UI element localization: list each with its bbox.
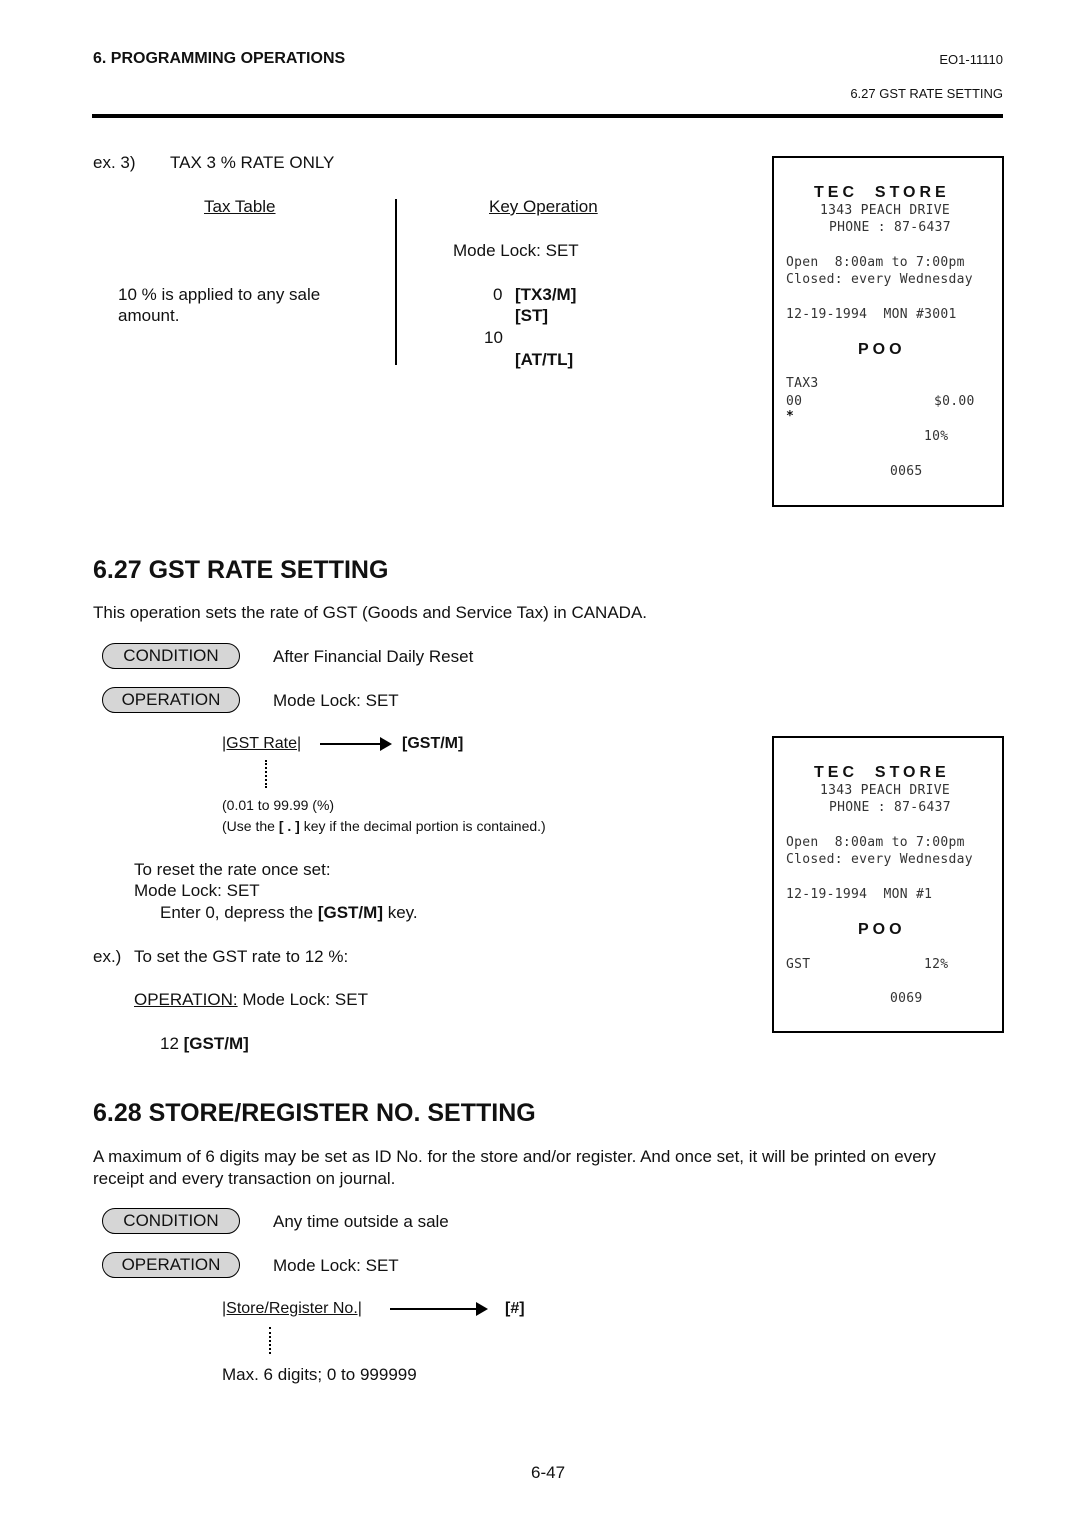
- receipt-address: 1343 PEACH DRIVE: [820, 783, 951, 798]
- hash-key: [#]: [505, 1300, 525, 1317]
- example-title: TAX 3 % RATE ONLY: [170, 153, 335, 172]
- key-number: 12: [160, 1034, 184, 1053]
- section-description: receipt and every transaction on journal…: [93, 1169, 396, 1188]
- receipt-star: *: [786, 409, 795, 424]
- key-at-tl: [AT/TL]: [515, 350, 574, 369]
- section-reference: 6.27 GST RATE SETTING: [850, 86, 1003, 101]
- receipt-date: 12-19-1994 MON #1: [786, 887, 933, 902]
- receipt-consecutive-no: 0069: [890, 991, 923, 1006]
- section-description: This operation sets the rate of GST (Goo…: [93, 603, 648, 622]
- condition-text: Any time outside a sale: [273, 1212, 449, 1231]
- reset-step-text: key.: [382, 903, 418, 922]
- condition-badge: CONDITION: [102, 1208, 240, 1234]
- operation-text: Mode Lock: SET: [273, 691, 399, 710]
- section-description: A maximum of 6 digits may be set as ID N…: [93, 1147, 936, 1166]
- key-number: 0: [493, 285, 503, 304]
- page-number: 6-47: [531, 1463, 566, 1482]
- receipt-hours: Open 8:00am to 7:00pm: [786, 255, 965, 270]
- section-title-store-register: 6.28 STORE/REGISTER NO. SETTING: [93, 1099, 536, 1127]
- condition-text: After Financial Daily Reset: [273, 647, 474, 666]
- operation-label: OPERATION:: [134, 990, 238, 1009]
- receipt-tax-label: TAX3: [786, 376, 819, 391]
- receipt-store-name: TEC STORE: [814, 184, 950, 201]
- decimal-note: (Use the [ . ] key if the decimal portio…: [222, 818, 546, 834]
- receipt-consecutive-no: 0065: [890, 464, 923, 479]
- tax-table-line: amount.: [118, 306, 180, 325]
- gst-rate-input: |GST Rate|: [222, 735, 302, 752]
- gst-m-key: [GST/M]: [183, 1034, 249, 1053]
- key-number: 10: [484, 328, 503, 347]
- key-tx3-m: [TX3/M]: [515, 285, 577, 304]
- receipt-phone: PHONE : 87-6437: [829, 220, 951, 235]
- gst-range-note: (0.01 to 99.99 (%): [222, 797, 335, 813]
- store-register-input: |Store/Register No.|: [222, 1300, 362, 1317]
- example-label: ex.): [93, 947, 122, 966]
- header-rule: [92, 114, 1003, 118]
- decimal-key: [ . ]: [278, 818, 300, 834]
- document-code: EO1-11110: [939, 52, 1003, 67]
- tax-table-line: 10 % is applied to any sale: [118, 285, 321, 304]
- key-operation-heading: Key Operation: [489, 197, 598, 216]
- dotted-connector: [269, 1327, 271, 1354]
- dotted-connector: [265, 760, 267, 788]
- receipt-address: 1343 PEACH DRIVE: [820, 203, 951, 218]
- key-st: [ST]: [515, 306, 549, 325]
- receipt-amount: $0.00: [934, 394, 975, 409]
- example-operation: OPERATION: Mode Lock: SET: [134, 990, 368, 1010]
- tax-table-heading: Tax Table: [204, 197, 276, 216]
- receipt-amount-code: 00: [786, 394, 803, 409]
- decimal-note-text: key if the decimal portion is contained.…: [299, 818, 546, 834]
- receipt-date: 12-19-1994 MON #3001: [786, 307, 957, 322]
- column-divider: [395, 199, 397, 365]
- operation-text: Mode Lock: SET: [273, 1256, 399, 1275]
- operation-badge: OPERATION: [102, 687, 240, 713]
- arrow-icon: [320, 737, 392, 751]
- reset-mode-lock: Mode Lock: SET: [134, 881, 260, 900]
- operation-text: Mode Lock: SET: [237, 990, 368, 1009]
- arrow-icon: [390, 1302, 488, 1316]
- receipt-store-name: TEC STORE: [814, 764, 950, 781]
- receipt-hours: Open 8:00am to 7:00pm: [786, 835, 965, 850]
- section-title-gst: 6.27 GST RATE SETTING: [93, 556, 389, 584]
- chapter-heading: 6. PROGRAMMING OPERATIONS: [93, 50, 346, 67]
- operation-badge: OPERATION: [102, 1252, 240, 1278]
- receipt-mode: POO: [858, 341, 906, 358]
- receipt-tax3: TEC STORE 1343 PEACH DRIVE PHONE : 87-64…: [772, 156, 1004, 507]
- mode-lock-text: Mode Lock: SET: [453, 241, 579, 260]
- receipt-mode: POO: [858, 921, 906, 938]
- receipt-rate: 10%: [924, 429, 949, 444]
- example-label: ex. 3): [93, 153, 136, 172]
- reset-step: Enter 0, depress the [GST/M] key.: [160, 903, 418, 923]
- decimal-note-text: (Use the: [222, 818, 279, 834]
- receipt-phone: PHONE : 87-6437: [829, 800, 951, 815]
- reset-step-text: Enter 0, depress the: [160, 903, 318, 922]
- gst-m-key: [GST/M]: [402, 735, 464, 752]
- receipt-gst-rate: 12%: [924, 957, 949, 972]
- store-register-range: Max. 6 digits; 0 to 999999: [222, 1365, 417, 1384]
- gst-m-key: [GST/M]: [317, 903, 383, 922]
- example-text: To set the GST rate to 12 %:: [134, 947, 349, 966]
- receipt-gst-label: GST: [786, 957, 811, 972]
- condition-badge: CONDITION: [102, 643, 240, 669]
- receipt-closed: Closed: every Wednesday: [786, 272, 973, 287]
- receipt-gst: TEC STORE 1343 PEACH DRIVE PHONE : 87-64…: [772, 736, 1004, 1033]
- reset-instruction: To reset the rate once set:: [134, 860, 331, 879]
- receipt-closed: Closed: every Wednesday: [786, 852, 973, 867]
- example-key-sequence: 12 [GST/M]: [160, 1034, 249, 1054]
